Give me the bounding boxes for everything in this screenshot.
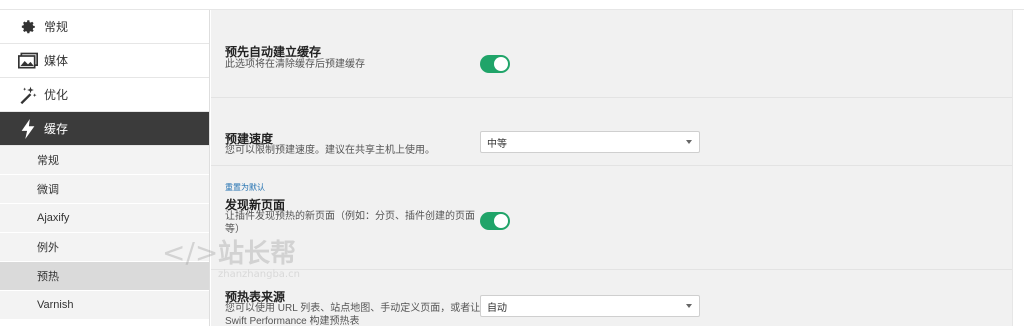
setting-row-discover-pages: 重置为默认 发现新页面 让插件发现预热的新页面（例如：分页、插件创建的页面 等）	[211, 166, 1012, 270]
setting-description-line2: Swift Performance 构建预热表	[225, 316, 360, 326]
setting-description: 此选项将在清除缓存后预建缓存	[225, 59, 365, 70]
top-bar	[0, 0, 1024, 10]
toggle-knob	[494, 57, 508, 71]
select-value: 中等	[487, 138, 507, 150]
sidebar-item-optimize[interactable]: 优化	[0, 78, 209, 112]
setting-row-build-speed: 预建速度 您可以限制预建速度。建议在共享主机上使用。 中等	[211, 98, 1012, 166]
image-icon	[18, 51, 38, 71]
sidebar-subitem-general[interactable]: 常规	[0, 146, 209, 175]
sidebar-item-label: 常规	[44, 20, 69, 34]
gear-icon	[18, 17, 38, 37]
setting-description: 您可以限制预建速度。建议在共享主机上使用。	[225, 145, 435, 156]
sidebar-item-cache[interactable]: 缓存	[0, 112, 209, 146]
build-speed-select[interactable]: 中等	[480, 131, 700, 153]
toggle-knob	[494, 214, 508, 228]
chevron-down-icon	[686, 140, 692, 144]
sidebar-subitem-varnish[interactable]: Varnish	[0, 291, 209, 320]
chevron-down-icon	[686, 304, 692, 308]
sidebar-item-general[interactable]: 常规	[0, 10, 209, 44]
sidebar-subitem-ajaxify[interactable]: Ajaxify	[0, 204, 209, 233]
lightning-icon	[18, 118, 38, 139]
setting-description-line1: 让插件发现预热的新页面（例如：分页、插件创建的页面	[225, 211, 475, 222]
discover-pages-toggle[interactable]	[480, 212, 510, 230]
reset-default-link[interactable]: 重置为默认	[225, 182, 265, 193]
sidebar-item-label: 优化	[44, 88, 69, 102]
sidebar-subitem-tweaks[interactable]: 微调	[0, 175, 209, 204]
settings-panel: 预先自动建立缓存 此选项将在清除缓存后预建缓存 预建速度 您可以限制预建速度。建…	[211, 10, 1012, 326]
right-edge	[1012, 10, 1024, 326]
setting-row-auto-build: 预先自动建立缓存 此选项将在清除缓存后预建缓存	[211, 10, 1012, 98]
sidebar-subitem-warmup[interactable]: 预热	[0, 262, 209, 291]
setting-row-warmup-source: 预热表来源 您可以使用 URL 列表、站点地图、手动定义页面，或者让 Swift…	[211, 270, 1012, 326]
select-value: 自动	[487, 302, 507, 314]
sidebar: 常规 媒体 优化 缓存 常规 微调 Ajaxify 例外 预热 Varnish	[0, 10, 210, 326]
magic-wand-icon	[18, 85, 38, 105]
setting-description-line2: 等）	[225, 224, 245, 235]
sidebar-item-label: 缓存	[44, 122, 69, 136]
sidebar-item-media[interactable]: 媒体	[0, 44, 209, 78]
auto-build-toggle[interactable]	[480, 55, 510, 73]
sidebar-item-label: 媒体	[44, 54, 69, 68]
sidebar-subitem-exceptions[interactable]: 例外	[0, 233, 209, 262]
warmup-source-select[interactable]: 自动	[480, 295, 700, 317]
setting-description-line1: 您可以使用 URL 列表、站点地图、手动定义页面，或者让	[225, 303, 481, 314]
